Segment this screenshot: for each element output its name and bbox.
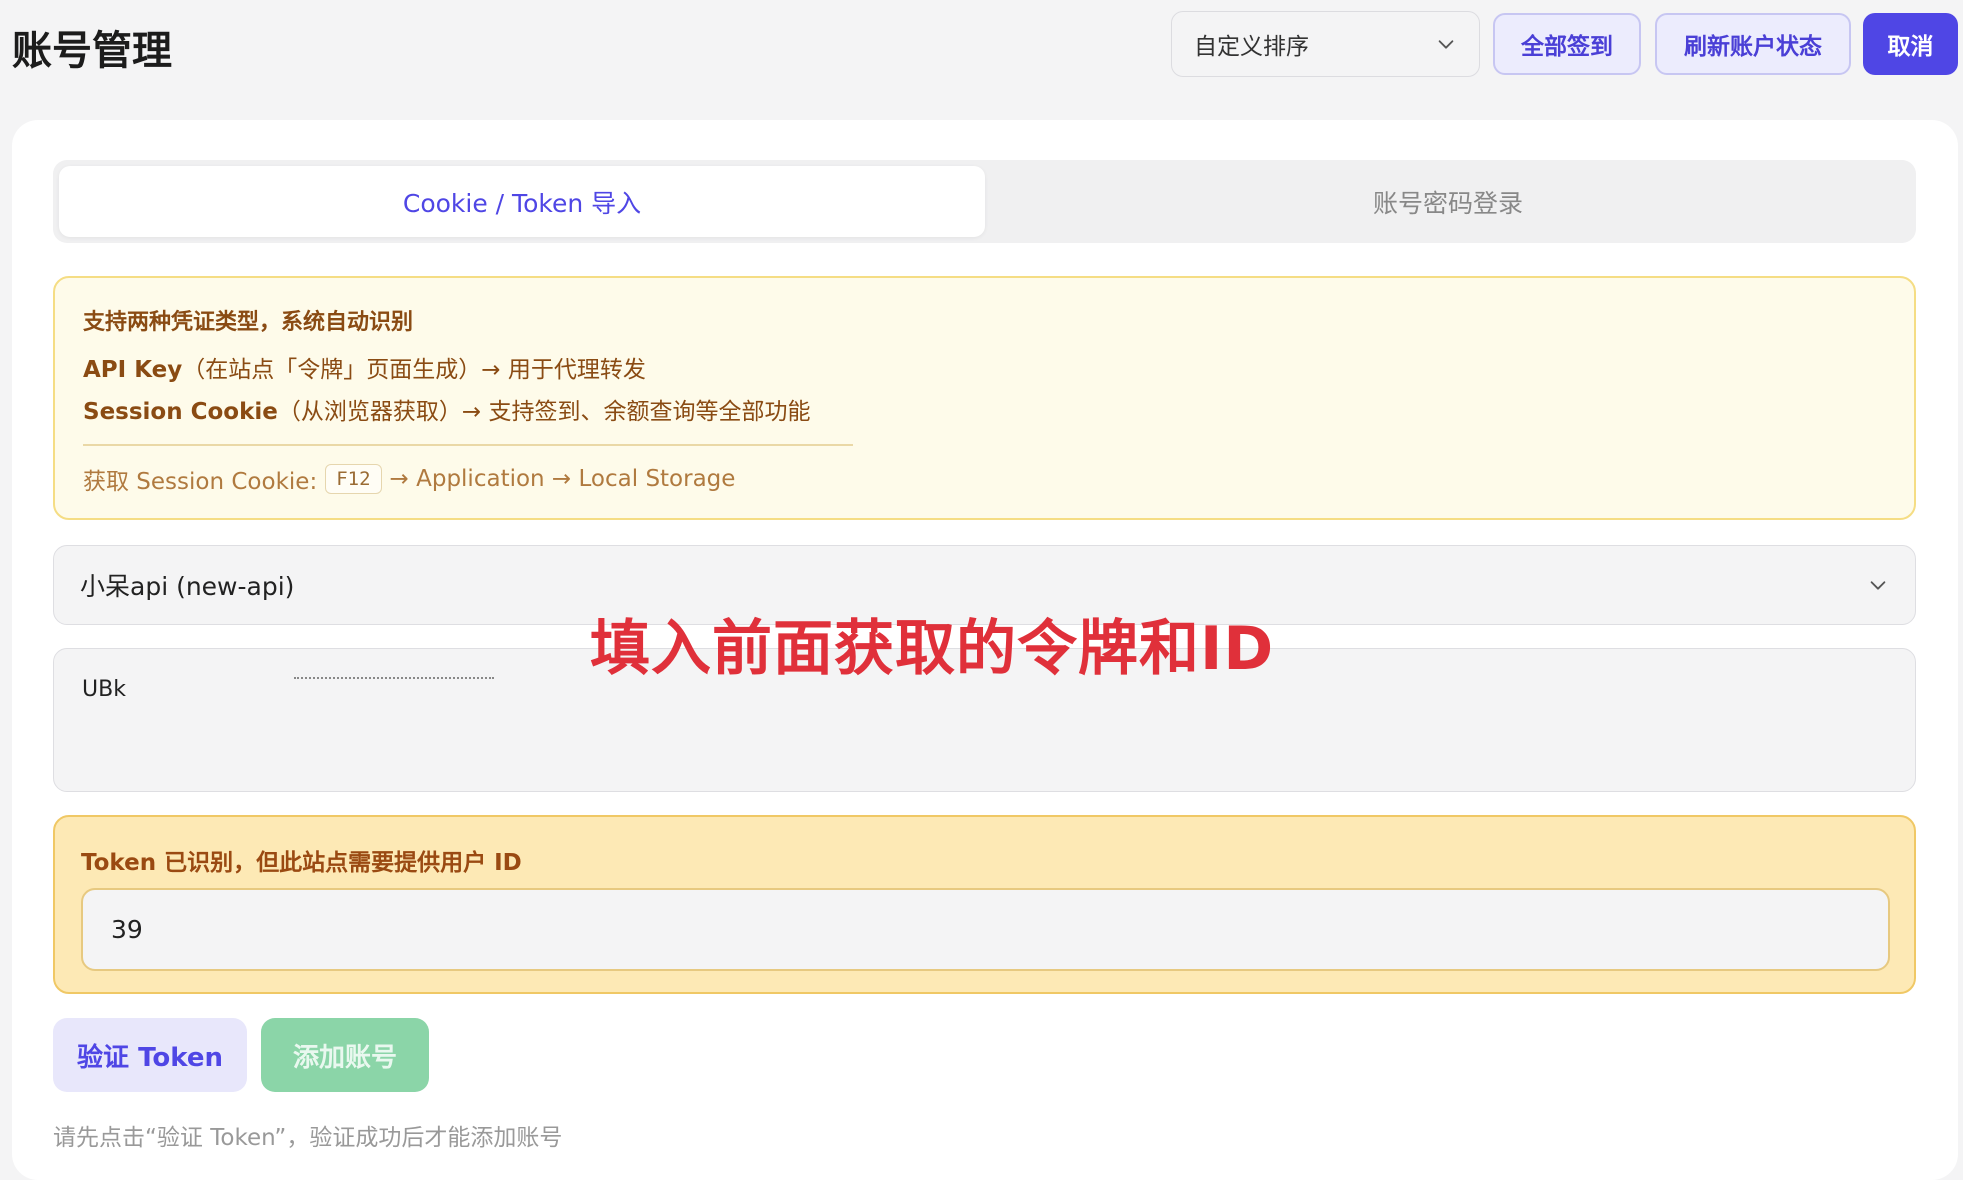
user-id-input[interactable]: 39 — [81, 888, 1890, 971]
cancel-button[interactable]: 取消 — [1863, 13, 1958, 75]
verify-footnote: 请先点击“验证 Token”，验证成功后才能添加账号 — [53, 1125, 563, 1151]
notice-divider — [83, 444, 853, 446]
page-title: 账号管理 — [12, 28, 172, 74]
notice-line-session-cookie-text: （从浏览器获取）→ 支持签到、余额查询等全部功能 — [277, 399, 811, 425]
token-redacted-marks — [294, 677, 494, 685]
notice-line-api-key-text: （在站点「令牌」页面生成）→ 用于代理转发 — [182, 357, 646, 383]
notice-title: 支持两种凭证类型，系统自动识别 — [83, 310, 414, 335]
notice-hint: 获取 Session Cookie: F12 → Application → L… — [83, 462, 1886, 496]
chevron-down-icon — [1870, 581, 1886, 590]
f12-key: F12 — [325, 463, 382, 494]
user-id-label: Token 已识别，但此站点需要提供用户 ID — [81, 850, 522, 876]
tab-cookie-token[interactable]: Cookie / Token 导入 — [59, 166, 985, 237]
header: 账号管理 自定义排序 全部签到 刷新账户状态 取消 — [0, 0, 1963, 110]
sign-all-button[interactable]: 全部签到 — [1493, 13, 1641, 75]
notice-line-api-key: API Key（在站点「令牌」页面生成）→ 用于代理转发 — [83, 350, 1886, 384]
site-select-value: 小呆api (new-api) — [80, 572, 295, 601]
token-value: UBk — [82, 677, 126, 702]
tab-password-login[interactable]: 账号密码登录 — [985, 166, 1911, 237]
import-tabs: Cookie / Token 导入 账号密码登录 — [53, 160, 1916, 243]
notice-line-api-key-strong: API Key — [83, 357, 183, 383]
notice-hint-suffix: → Application → Local Storage — [389, 465, 736, 492]
notice-hint-prefix: 获取 Session Cookie: — [83, 468, 318, 495]
notice-line-session-cookie: Session Cookie（从浏览器获取）→ 支持签到、余额查询等全部功能 — [83, 392, 1886, 426]
credential-notice: 支持两种凭证类型，系统自动识别 API Key（在站点「令牌」页面生成）→ 用于… — [53, 276, 1916, 520]
notice-line-session-cookie-strong: Session Cookie — [83, 399, 278, 425]
user-id-value: 39 — [111, 915, 143, 944]
chevron-down-icon — [1438, 40, 1454, 49]
sort-select-value: 自定义排序 — [1194, 34, 1309, 60]
refresh-status-button[interactable]: 刷新账户状态 — [1655, 13, 1851, 75]
add-account-button[interactable]: 添加账号 — [261, 1018, 429, 1092]
user-id-panel: Token 已识别，但此站点需要提供用户 ID 39 — [53, 815, 1916, 994]
verify-token-button[interactable]: 验证 Token — [53, 1018, 247, 1092]
sort-select[interactable]: 自定义排序 — [1171, 11, 1480, 77]
annotation-overlay: 填入前面获取的令牌和ID — [590, 614, 1275, 684]
